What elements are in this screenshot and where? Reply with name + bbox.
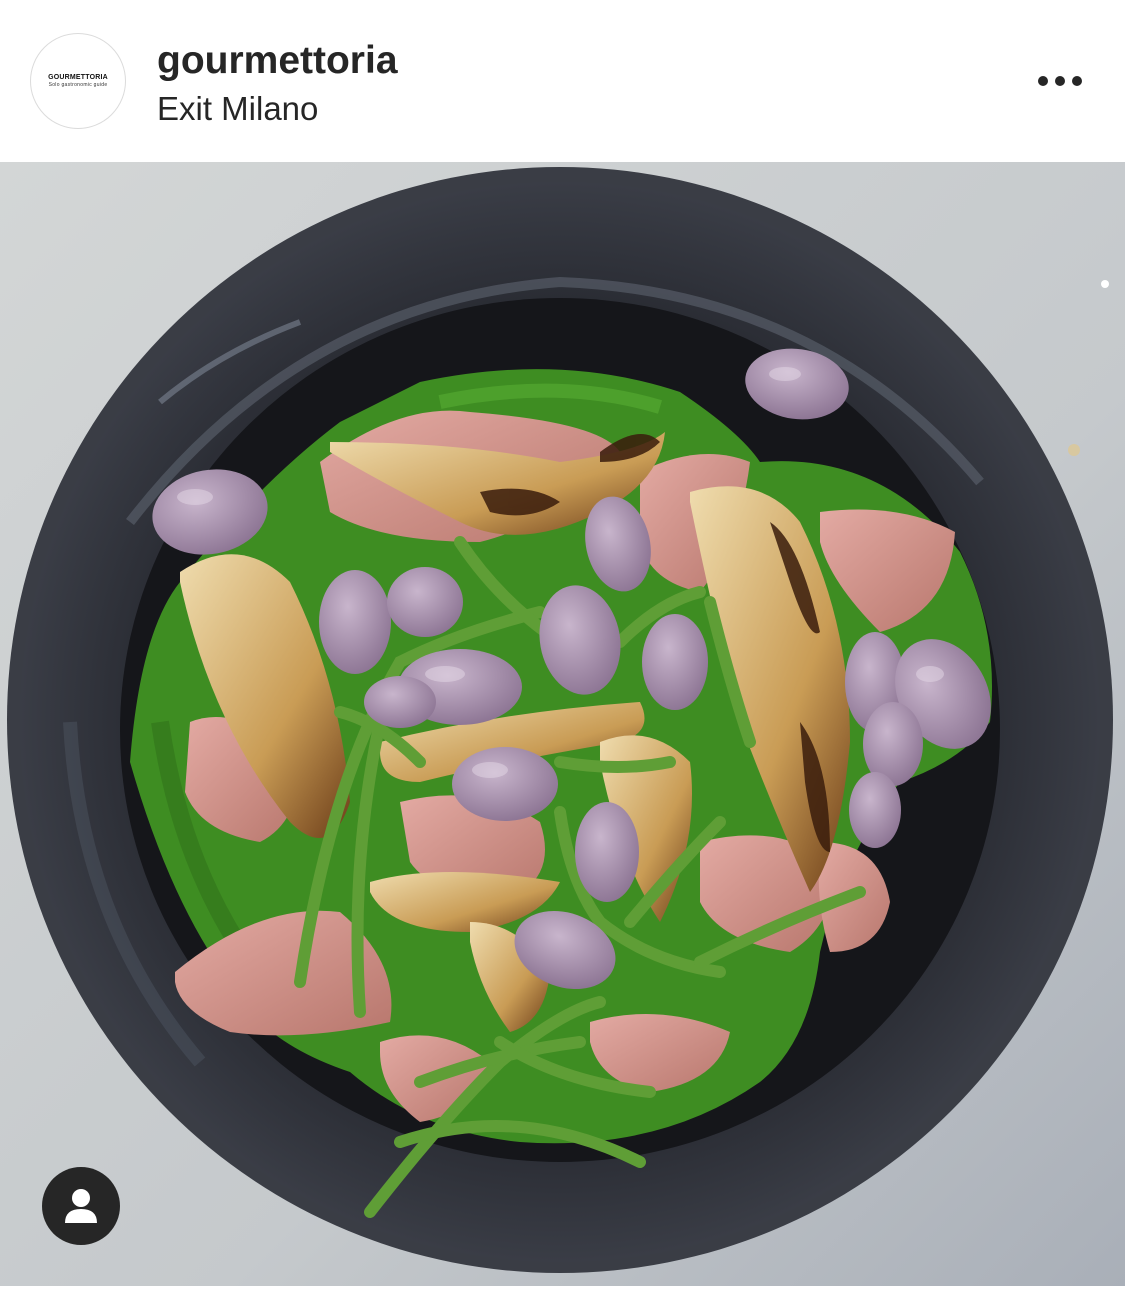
user-tag-icon: [65, 1189, 97, 1223]
avatar-tagline-text: Solo gastronomic guide: [48, 82, 108, 88]
instagram-post: GOURMETTORIA Solo gastronomic guide gour…: [0, 0, 1125, 1292]
bottom-divider: [0, 1286, 1125, 1292]
post-header: GOURMETTORIA Solo gastronomic guide gour…: [0, 0, 1125, 162]
post-photo[interactable]: [0, 162, 1125, 1286]
more-horizontal-icon: [1038, 76, 1082, 86]
tag-people-button[interactable]: [42, 1167, 120, 1245]
avatar[interactable]: GOURMETTORIA Solo gastronomic guide: [30, 33, 126, 129]
more-options-button[interactable]: [1030, 62, 1090, 100]
location-link[interactable]: Exit Milano: [157, 88, 318, 130]
username-link[interactable]: gourmettoria: [157, 38, 398, 84]
avatar-brand-text: GOURMETTORIA: [48, 74, 108, 81]
food-photo: [0, 162, 1125, 1286]
